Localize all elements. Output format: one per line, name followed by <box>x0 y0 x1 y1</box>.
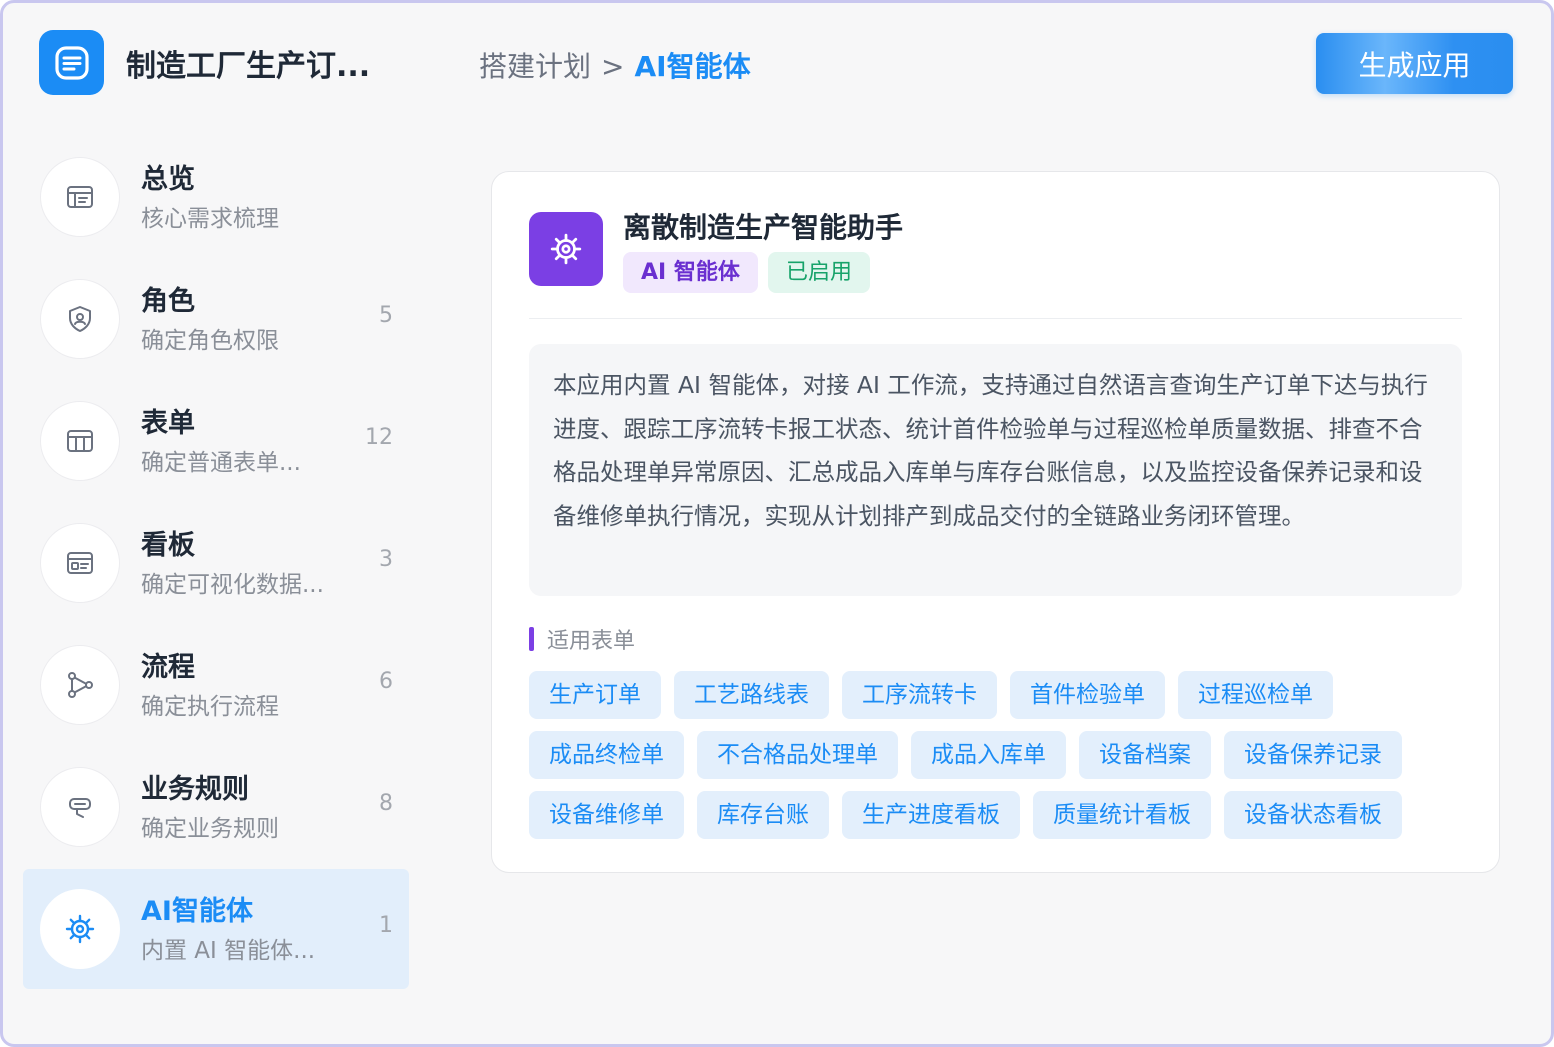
sidebar-item-ai-agent[interactable]: AI智能体 内置 AI 智能体... 1 <box>23 869 409 989</box>
app-title: 制造工厂生产订... <box>126 49 371 84</box>
generate-app-button[interactable]: 生成应用 <box>1316 33 1513 94</box>
agent-detail-card: 离散制造生产智能助手 AI 智能体 已启用 本应用内置 AI 智能体，对接 AI… <box>491 171 1500 873</box>
form-chip[interactable]: 生产进度看板 <box>842 791 1020 839</box>
agent-gear-icon <box>40 889 120 969</box>
sidebar-item-forms[interactable]: 表单 确定普通表单... 12 <box>23 381 409 501</box>
divider <box>529 318 1462 319</box>
sidebar-item-title: 表单 <box>141 408 195 439</box>
sidebar-item-roles[interactable]: 角色 确定角色权限 5 <box>23 259 409 379</box>
sidebar-item-count: 3 <box>379 547 393 572</box>
sidebar-item-subtitle: 核心需求梳理 <box>141 206 279 232</box>
form-chip[interactable]: 质量统计看板 <box>1033 791 1211 839</box>
form-chip[interactable]: 工艺路线表 <box>674 671 829 719</box>
agent-description: 本应用内置 AI 智能体，对接 AI 工作流，支持通过自然语言查询生产订单下达与… <box>529 344 1462 596</box>
shield-user-icon <box>40 279 120 359</box>
sidebar-item-title: 角色 <box>141 286 195 317</box>
sidebar-item-title: 流程 <box>141 652 195 683</box>
sidebar-item-subtitle: 确定执行流程 <box>141 694 279 720</box>
breadcrumb-parent[interactable]: 搭建计划 <box>479 50 591 83</box>
agent-gear-icon <box>529 212 603 286</box>
form-chip[interactable]: 生产订单 <box>529 671 661 719</box>
form-chip[interactable]: 设备保养记录 <box>1224 731 1402 779</box>
section-accent-bar <box>529 627 534 651</box>
sidebar-item-subtitle: 确定角色权限 <box>141 328 279 354</box>
breadcrumb-separator: > <box>601 50 625 83</box>
sidebar-item-count: 8 <box>379 791 393 816</box>
sidebar-item-count: 5 <box>379 303 393 328</box>
form-chip[interactable]: 成品终检单 <box>529 731 684 779</box>
form-chip[interactable]: 成品入库单 <box>911 731 1066 779</box>
status-badge: 已启用 <box>768 252 871 293</box>
sidebar-item-subtitle: 确定可视化数据... <box>141 572 324 598</box>
sidebar-item-count: 1 <box>379 913 393 938</box>
rule-icon <box>40 767 120 847</box>
sidebar-item-title: 业务规则 <box>141 774 249 805</box>
breadcrumb: 搭建计划 > AI智能体 <box>479 45 751 85</box>
form-chip[interactable]: 设备维修单 <box>529 791 684 839</box>
form-chip-list: 生产订单 工艺路线表 工序流转卡 首件检验单 过程巡检单 成品终检单 不合格品处… <box>529 671 1469 839</box>
sidebar-item-subtitle: 内置 AI 智能体... <box>141 938 316 964</box>
dashboard-icon <box>40 523 120 603</box>
overview-icon <box>40 157 120 237</box>
agent-name: 离散制造生产智能助手 <box>623 211 904 244</box>
agent-type-badge: AI 智能体 <box>623 252 758 293</box>
form-chip[interactable]: 设备状态看板 <box>1224 791 1402 839</box>
sidebar-item-title: 看板 <box>141 530 195 561</box>
sidebar-item-rules[interactable]: 业务规则 确定业务规则 8 <box>23 747 409 867</box>
sidebar-item-count: 12 <box>365 425 393 450</box>
app-window: 制造工厂生产订... 搭建计划 > AI智能体 生成应用 总览 核心需求梳理 角… <box>0 0 1554 1047</box>
breadcrumb-current: AI智能体 <box>634 50 751 83</box>
sidebar-item-flows[interactable]: 流程 确定执行流程 6 <box>23 625 409 745</box>
sidebar-item-count: 6 <box>379 669 393 694</box>
sidebar-item-title: AI智能体 <box>141 896 253 927</box>
form-chip[interactable]: 库存台账 <box>697 791 829 839</box>
app-logo-icon <box>39 30 104 95</box>
sidebar-item-dashboards[interactable]: 看板 确定可视化数据... 3 <box>23 503 409 623</box>
sidebar-item-title: 总览 <box>141 164 195 195</box>
sidebar-item-overview[interactable]: 总览 核心需求梳理 <box>23 137 409 257</box>
form-chip[interactable]: 过程巡检单 <box>1178 671 1333 719</box>
flow-icon <box>40 645 120 725</box>
form-chip[interactable]: 工序流转卡 <box>842 671 997 719</box>
sidebar-item-subtitle: 确定普通表单... <box>141 450 301 476</box>
form-chip[interactable]: 不合格品处理单 <box>697 731 898 779</box>
form-chip[interactable]: 设备档案 <box>1079 731 1211 779</box>
table-icon <box>40 401 120 481</box>
sidebar-item-subtitle: 确定业务规则 <box>141 816 279 842</box>
form-chip[interactable]: 首件检验单 <box>1010 671 1165 719</box>
section-title: 适用表单 <box>547 629 636 654</box>
